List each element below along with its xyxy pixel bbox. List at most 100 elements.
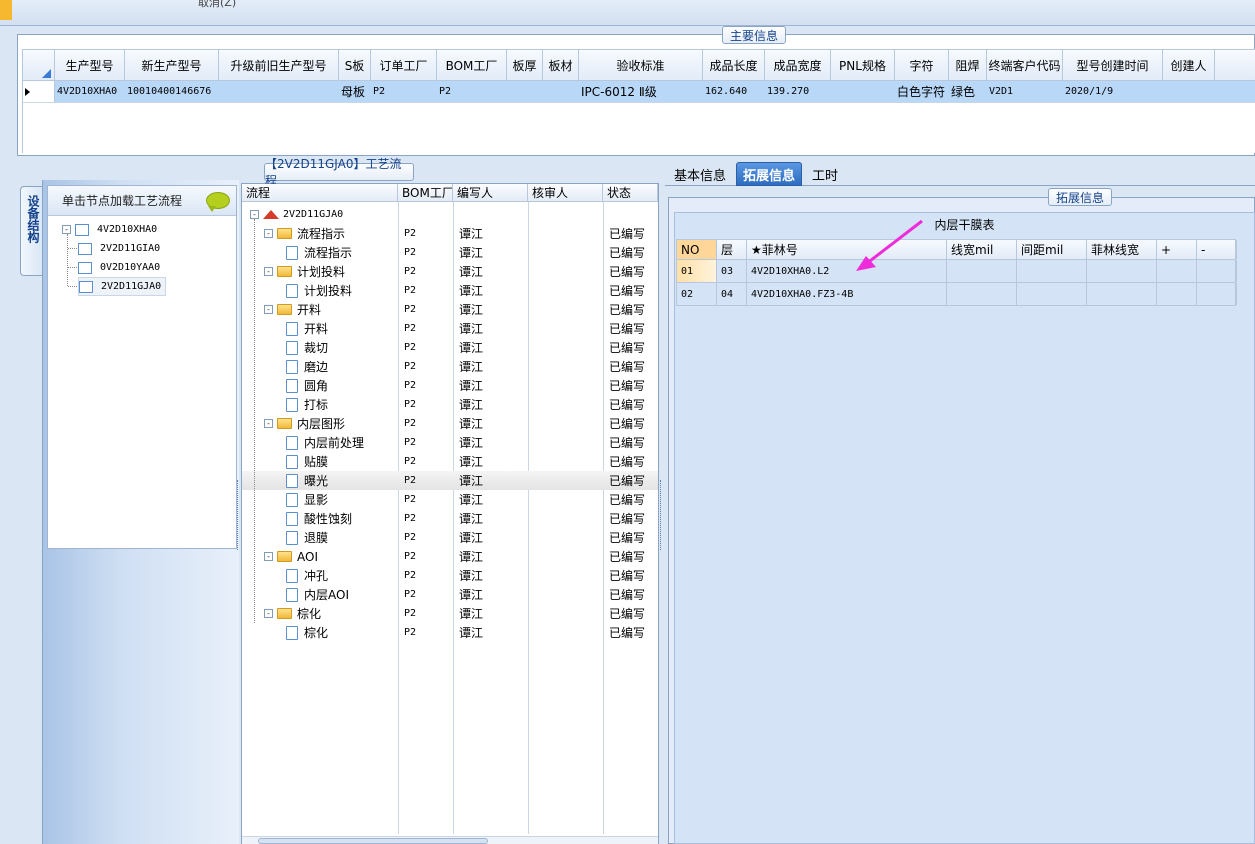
flow-bom[interactable]: P2 [404,323,416,334]
tree-connector[interactable] [68,267,77,268]
flow-status[interactable]: 已编写 [609,282,645,299]
flow-step-name[interactable]: 内层图形 [297,415,345,432]
flow-row[interactable]: 开料 P2 谭江 已编写 [242,319,658,338]
ext-cell[interactable]: 03 [717,260,747,282]
folder-icon[interactable] [277,304,292,315]
node-page-icon[interactable] [75,223,89,236]
flow-step-name[interactable]: 棕化 [304,624,328,641]
flow-status[interactable]: 已编写 [609,244,645,261]
flow-author[interactable]: 谭江 [459,225,483,242]
main-grid-row[interactable]: 4V2D10XHA0 10010400146676 母板 P2 P2 IPC-6012 Ⅱ… [23,81,1255,103]
page-icon[interactable] [286,511,298,526]
home-icon[interactable] [263,210,279,219]
flow-status[interactable]: 已编写 [609,529,645,546]
flow-step-name[interactable]: 磨边 [304,358,328,375]
flow-author[interactable]: 谭江 [459,586,483,603]
main-col-header[interactable]: 订单工厂 [371,50,437,80]
flow-author[interactable]: 谭江 [459,320,483,337]
flow-author[interactable]: 谭江 [459,358,483,375]
node-page-icon[interactable] [78,261,92,274]
main-col-header[interactable]: 升级前旧生产型号 [219,50,339,80]
flow-bom[interactable]: P2 [404,475,416,486]
flow-author[interactable]: 谭江 [459,244,483,261]
flow-bom[interactable]: P2 [404,608,416,619]
main-cell[interactable] [219,81,339,102]
main-col-header[interactable]: 型号创建时间 [1063,50,1163,80]
flow-author[interactable]: 谭江 [459,339,483,356]
flow-bom[interactable]: P2 [404,494,416,505]
flow-status[interactable]: 已编写 [609,548,645,565]
flow-bom[interactable]: P2 [404,532,416,543]
folder-icon[interactable] [277,418,292,429]
page-icon[interactable] [286,454,298,469]
collapse-toggle-icon[interactable]: - [264,552,273,561]
flow-status[interactable]: 已编写 [609,358,645,375]
main-cell[interactable]: 白色字符 [895,81,949,102]
main-cell[interactable]: 4V2D10XHA0 [55,81,125,102]
main-col-header[interactable]: 字符 [895,50,949,80]
main-col-header[interactable]: 创建人 [1163,50,1215,80]
flow-row[interactable]: 打标 P2 谭江 已编写 [242,395,658,414]
collapse-toggle-icon[interactable]: - [264,267,273,276]
flow-author[interactable]: 谭江 [459,605,483,622]
flow-status[interactable]: 已编写 [609,377,645,394]
flow-col-header[interactable]: 编写人 [453,184,528,201]
flow-status[interactable]: 已编写 [609,320,645,337]
flow-bom[interactable]: P2 [404,570,416,581]
main-cell[interactable]: 10010400146676 [125,81,219,102]
flow-col-header[interactable]: BOM工厂 [398,184,453,201]
flow-row[interactable]: 内层AOI P2 谭江 已编写 [242,585,658,604]
flow-status[interactable]: 已编写 [609,491,645,508]
flow-author[interactable]: 谭江 [459,377,483,394]
collapse-toggle-icon[interactable]: - [264,419,273,428]
ext-cell[interactable] [1017,260,1087,282]
collapse-toggle-icon[interactable]: - [264,609,273,618]
flow-row[interactable]: 磨边 P2 谭江 已编写 [242,357,658,376]
flow-bom[interactable]: P2 [404,304,416,315]
flow-status[interactable]: 已编写 [609,567,645,584]
ext-col-header[interactable]: + [1157,240,1197,259]
page-icon[interactable] [286,625,298,640]
page-icon[interactable] [286,283,298,298]
main-col-header[interactable]: 验收标准 [579,50,703,80]
flow-step-name[interactable]: 圆角 [304,377,328,394]
tree-connector[interactable] [67,234,68,286]
page-icon[interactable] [286,397,298,412]
main-col-header[interactable]: PNL规格 [831,50,895,80]
flow-status[interactable]: 已编写 [609,396,645,413]
flow-bom[interactable]: P2 [404,266,416,277]
main-cell[interactable]: P2 [371,81,437,102]
flow-bom[interactable]: P2 [404,456,416,467]
flow-author[interactable]: 谭江 [459,510,483,527]
flow-root-label[interactable]: 2V2D11GJA0 [283,209,343,220]
flow-root-node[interactable]: - 2V2D11GJA0 [242,205,658,224]
flow-row[interactable]: - 流程指示 P2 谭江 已编写 [242,224,658,243]
flow-row[interactable]: - AOI P2 谭江 已编写 [242,547,658,566]
flow-step-name[interactable]: AOI [297,550,318,564]
flow-status[interactable]: 已编写 [609,605,645,622]
flow-step-name[interactable]: 计划投料 [297,263,345,280]
flow-bom[interactable]: P2 [404,418,416,429]
flow-step-name[interactable]: 曝光 [304,472,328,489]
flow-author[interactable]: 谭江 [459,548,483,565]
tree-connector[interactable] [68,248,77,249]
cancel-button[interactable]: 取消(Z) [198,0,236,10]
flow-bom[interactable]: P2 [404,228,416,239]
flow-author[interactable]: 谭江 [459,529,483,546]
flow-step-name[interactable]: 流程指示 [304,244,352,261]
page-icon[interactable] [286,530,298,545]
ext-cell[interactable] [1017,283,1087,305]
flow-bom[interactable]: P2 [404,247,416,258]
flow-step-name[interactable]: 流程指示 [297,225,345,242]
flow-row[interactable]: 圆角 P2 谭江 已编写 [242,376,658,395]
main-col-header[interactable]: S板 [339,50,371,80]
main-cell[interactable] [507,81,543,102]
page-icon[interactable] [286,245,298,260]
folder-icon[interactable] [277,266,292,277]
flow-step-name[interactable]: 裁切 [304,339,328,356]
flow-step-name[interactable]: 显影 [304,491,328,508]
device-tree-node[interactable]: 2V2D11GJA0 [78,277,167,296]
flow-step-name[interactable]: 内层前处理 [304,434,364,451]
ext-cell[interactable]: 01 [677,260,717,282]
page-icon[interactable] [286,568,298,583]
